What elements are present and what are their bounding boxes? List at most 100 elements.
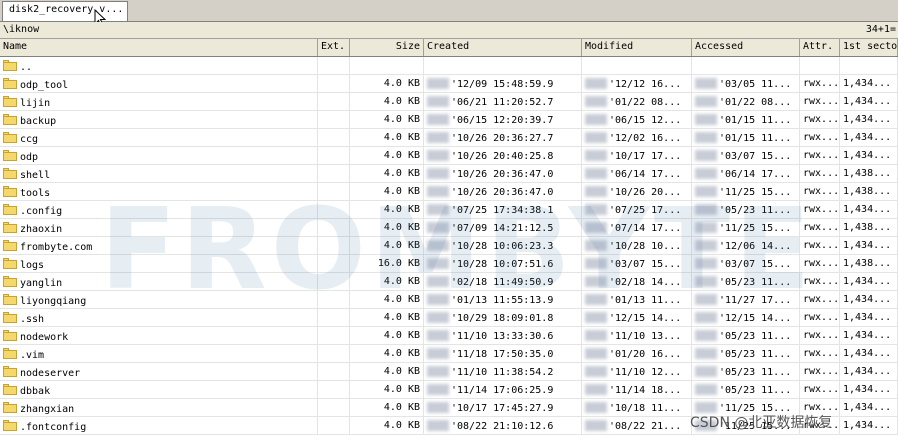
file-first-sector: 1,434... (843, 294, 892, 305)
file-accessed-cell: '05/23 11... (692, 273, 800, 291)
file-modified: '01/13 11... (609, 295, 682, 306)
file-name: .config (20, 206, 63, 217)
file-modified: '06/15 12... (609, 115, 682, 126)
tab-disk2-recovery[interactable]: disk2_recovery.v... (2, 1, 128, 21)
redacted-year (695, 276, 717, 287)
redacted-year (695, 348, 717, 359)
table-row[interactable]: .fontconfig 4.0 KB '08/22 21:10:12.6 '08/22… (0, 417, 898, 435)
file-attr: rwx... (803, 186, 840, 197)
column-header-accessed[interactable]: Accessed (692, 39, 800, 56)
file-attr: rwx... (803, 276, 840, 287)
table-row[interactable]: logs 16.0 KB '10/28 10:07:51.6 '03/07 15...… (0, 255, 898, 273)
file-modified-cell: '10/18 11... (582, 399, 692, 417)
file-modified-cell: '07/14 17... (582, 219, 692, 237)
file-size-cell: 4.0 KB (350, 183, 424, 201)
table-row[interactable]: shell 4.0 KB '10/26 20:36:47.0 '06/14 17...… (0, 165, 898, 183)
file-first-sector: 1,434... (843, 132, 892, 143)
file-modified-cell: '08/22 21... (582, 417, 692, 435)
redacted-year (585, 132, 607, 143)
redacted-year (585, 420, 607, 431)
file-created-cell: '08/22 21:10:12.6 (424, 417, 582, 435)
file-first-sector-cell (840, 57, 898, 75)
file-name: shell (20, 170, 51, 181)
file-modified-cell: '03/07 15... (582, 255, 692, 273)
redacted-year (427, 204, 449, 215)
redacted-year (695, 186, 717, 197)
file-attr-cell: rwx... (800, 381, 840, 399)
file-name-cell: .fontconfig (0, 417, 318, 435)
redacted-year (427, 276, 449, 287)
redacted-year (427, 114, 449, 125)
file-first-sector-cell: 1,434... (840, 399, 898, 417)
file-created-cell: '10/26 20:36:47.0 (424, 183, 582, 201)
file-first-sector-cell: 1,434... (840, 309, 898, 327)
file-ext-cell (318, 399, 350, 417)
table-row[interactable]: liyongqiang 4.0 KB '01/13 11:55:13.9 '01/13… (0, 291, 898, 309)
file-size-cell: 4.0 KB (350, 363, 424, 381)
column-header-created[interactable]: Created (424, 39, 582, 56)
table-row[interactable]: dbbak 4.0 KB '11/14 17:06:25.9 '11/14 18...… (0, 381, 898, 399)
file-name-cell: logs (0, 255, 318, 273)
table-row[interactable]: odp 4.0 KB '10/26 20:40:25.8 '10/17 17... '0… (0, 147, 898, 165)
table-row[interactable]: odp_tool 4.0 KB '12/09 15:48:59.9 '12/12 16… (0, 75, 898, 93)
file-modified: '10/26 20... (609, 187, 682, 198)
file-size: 4.0 KB (383, 330, 420, 341)
file-attr: rwx... (803, 132, 840, 143)
file-modified: '11/10 13... (609, 331, 682, 342)
table-row[interactable]: zhaoxin 4.0 KB '07/09 14:21:12.5 '07/14 17.… (0, 219, 898, 237)
file-modified-cell: '01/22 08... (582, 93, 692, 111)
file-created: '10/26 20:36:47.0 (451, 169, 554, 180)
redacted-year (695, 312, 717, 323)
file-name-cell: odp (0, 147, 318, 165)
folder-icon (3, 204, 17, 215)
column-header-attr[interactable]: Attr. (800, 39, 840, 56)
table-row[interactable]: yanglin 4.0 KB '02/18 11:49:50.9 '02/18 14.… (0, 273, 898, 291)
file-name: .fontconfig (20, 422, 87, 433)
table-row[interactable]: tools 4.0 KB '10/26 20:36:47.0 '10/26 20...… (0, 183, 898, 201)
redacted-year (585, 240, 607, 251)
table-row[interactable]: frombyte.com 4.0 KB '10/28 10:06:23.3 '10/2… (0, 237, 898, 255)
file-size: 4.0 KB (383, 366, 420, 377)
redacted-year (427, 294, 449, 305)
column-header-name[interactable]: Name (0, 39, 318, 56)
file-attr: rwx... (803, 420, 840, 431)
redacted-year (585, 150, 607, 161)
file-modified-cell: '06/14 17... (582, 165, 692, 183)
file-name: backup (20, 116, 57, 127)
file-size: 4.0 KB (383, 312, 420, 323)
table-row[interactable]: backup 4.0 KB '06/15 12:20:39.7 '06/15 12..… (0, 111, 898, 129)
file-created: '07/09 14:21:12.5 (451, 223, 554, 234)
table-row[interactable]: nodeserver 4.0 KB '11/10 11:38:54.2 '11/10 … (0, 363, 898, 381)
file-attr: rwx... (803, 150, 840, 161)
file-size: 4.0 KB (383, 78, 420, 89)
column-header-ext[interactable]: Ext. (318, 39, 350, 56)
table-row[interactable]: .. (0, 57, 898, 75)
file-accessed-cell: '03/05 11... (692, 75, 800, 93)
file-modified-cell: '07/25 17... (582, 201, 692, 219)
redacted-year (585, 366, 607, 377)
redacted-year (695, 420, 717, 431)
column-header-size[interactable]: Size (350, 39, 424, 56)
table-row[interactable]: nodework 4.0 KB '11/10 13:33:30.6 '11/10 13… (0, 327, 898, 345)
file-attr-cell: rwx... (800, 399, 840, 417)
table-row[interactable]: ccg 4.0 KB '10/26 20:36:27.7 '12/02 16... '0… (0, 129, 898, 147)
file-list: .. odp_tool 4.0 KB '12/09 15:48:59.9 '12/12 … (0, 57, 898, 441)
file-created: '11/10 13:33:30.6 (451, 331, 554, 342)
column-header-modified[interactable]: Modified (582, 39, 692, 56)
table-row[interactable]: zhangxian 4.0 KB '10/17 17:45:27.9 '10/18 1… (0, 399, 898, 417)
redacted-year (695, 240, 717, 251)
file-accessed-cell: '11/25 15... (692, 183, 800, 201)
file-modified-cell: '01/20 16... (582, 345, 692, 363)
file-first-sector-cell: 1,434... (840, 111, 898, 129)
redacted-year (695, 366, 717, 377)
file-size-cell: 4.0 KB (350, 309, 424, 327)
table-row[interactable]: lijin 4.0 KB '06/21 11:20:52.7 '01/22 08...… (0, 93, 898, 111)
redacted-year (695, 330, 717, 341)
table-row[interactable]: .ssh 4.0 KB '10/29 18:09:01.8 '12/15 14... '… (0, 309, 898, 327)
table-row[interactable]: .vim 4.0 KB '11/18 17:50:35.0 '01/20 16... '… (0, 345, 898, 363)
redacted-year (695, 294, 717, 305)
file-accessed-cell: '05/23 11... (692, 327, 800, 345)
file-name-cell: lijin (0, 93, 318, 111)
column-header-first-sector[interactable]: 1st sector (840, 39, 898, 56)
table-row[interactable]: .config 4.0 KB '07/25 17:34:38.1 '07/25 17.… (0, 201, 898, 219)
